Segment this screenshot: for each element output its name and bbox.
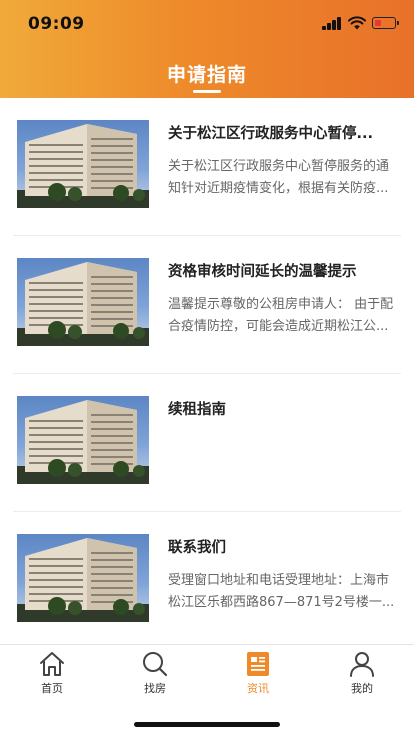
article-title[interactable]: 续租指南	[168, 398, 398, 419]
article-thumbnail	[17, 396, 149, 484]
tab-search-label: 找房	[144, 682, 166, 695]
news-icon	[247, 652, 269, 676]
tab-home[interactable]: 首页	[12, 649, 92, 701]
article-summary: 关于松江区行政服务中心暂停服务的通知针对近期疫情变化，根据有关防疫...	[168, 159, 390, 196]
tab-profile-label: 我的	[351, 682, 373, 695]
tab-news[interactable]: 资讯	[218, 649, 298, 701]
list-item[interactable]: 关于松江区行政服务中心暂停... 关于松江区行政服务中心暂停服务的通知针对近期疫…	[13, 98, 401, 236]
tab-news-label: 资讯	[247, 682, 269, 695]
article-title[interactable]: 资格审核时间延长的温馨提示	[168, 260, 398, 281]
title-underline	[193, 90, 221, 93]
search-icon	[143, 652, 168, 677]
home-indicator	[134, 722, 280, 727]
wifi-icon	[348, 16, 366, 30]
tab-search[interactable]: 找房	[115, 649, 195, 701]
status-time: 09:09	[28, 14, 85, 34]
article-summary: 受理窗口地址和电话受理地址：上海市松江区乐都西路867—871号2号楼一...	[168, 573, 395, 610]
tab-profile[interactable]: 我的	[322, 649, 402, 701]
tab-home-label: 首页	[41, 682, 63, 695]
signal-icon	[322, 17, 342, 30]
list-item[interactable]: 资格审核时间延长的温馨提示 温馨提示尊敬的公租房申请人： 由于配合疫情防控，可能…	[13, 236, 401, 374]
page-title: 申请指南	[166, 64, 247, 86]
article-list[interactable]: 关于松江区行政服务中心暂停... 关于松江区行政服务中心暂停服务的通知针对近期疫…	[0, 98, 414, 644]
article-thumbnail	[17, 534, 149, 622]
status-bar: 09:09	[0, 0, 414, 50]
article-title[interactable]: 联系我们	[168, 536, 398, 557]
battery-icon	[372, 17, 399, 29]
article-title[interactable]: 关于松江区行政服务中心暂停...	[168, 122, 398, 143]
home-icon	[40, 652, 64, 676]
article-thumbnail	[17, 120, 149, 208]
article-thumbnail	[17, 258, 149, 346]
list-item[interactable]: 联系我们 受理窗口地址和电话受理地址：上海市松江区乐都西路867—871号2号楼…	[13, 512, 401, 644]
article-summary: 温馨提示尊敬的公租房申请人： 由于配合疫情防控，可能会造成近期松江公...	[168, 297, 394, 334]
app-header: 09:09 申请指南	[0, 0, 414, 98]
list-item[interactable]: 续租指南	[13, 374, 401, 512]
user-icon	[350, 652, 374, 677]
article-summary	[168, 432, 401, 476]
